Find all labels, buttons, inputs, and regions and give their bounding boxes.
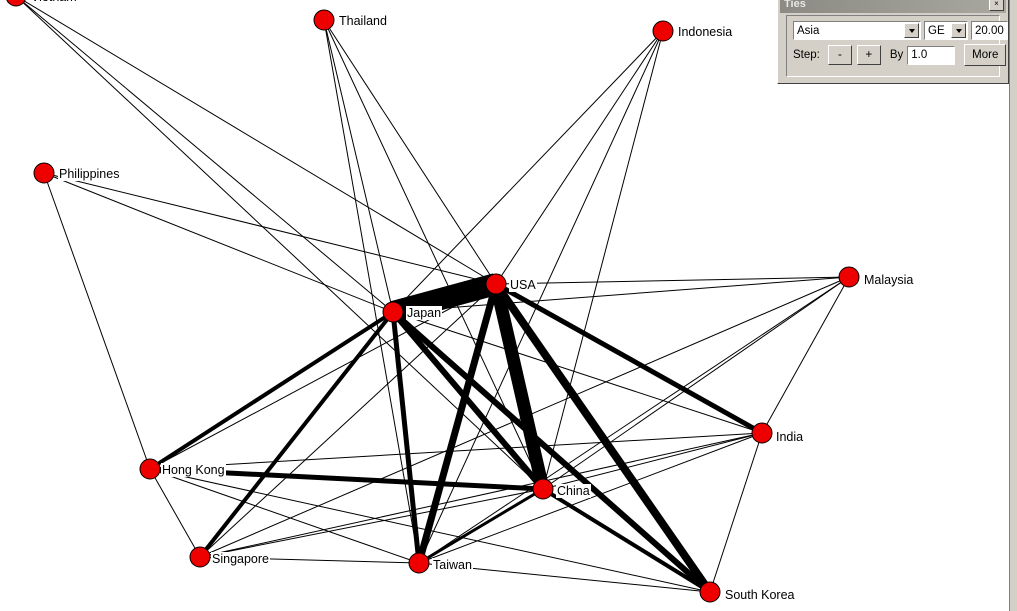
operator-select-value: GE bbox=[928, 24, 945, 37]
node-label-malaysia: Malaysia bbox=[863, 273, 915, 287]
node-indonesia[interactable] bbox=[652, 20, 674, 42]
node-label-india: India bbox=[775, 430, 805, 444]
edge-india-southkorea bbox=[709, 432, 763, 593]
node-thailand[interactable] bbox=[313, 9, 335, 31]
operator-select[interactable]: GE bbox=[924, 21, 968, 40]
edge-philippines-hongkong bbox=[43, 172, 151, 470]
node-malaysia[interactable] bbox=[838, 266, 860, 288]
edge-usa-indonesia bbox=[495, 30, 664, 285]
more-button[interactable]: More bbox=[964, 44, 1007, 66]
edge-indonesia-china bbox=[542, 30, 664, 490]
edge-hongkong-southkorea bbox=[149, 468, 711, 593]
edge-usa-singapore bbox=[199, 283, 497, 558]
control-panel-group: Asia GE 20.00 Step: - + By 1.0 More bbox=[786, 15, 1008, 77]
edge-japan-hongkong bbox=[148, 310, 395, 471]
node-taiwan[interactable] bbox=[408, 552, 430, 574]
edge-usa-thailand bbox=[323, 19, 497, 285]
threshold-input[interactable]: 20.00 bbox=[971, 21, 1008, 40]
region-select[interactable]: Asia bbox=[793, 21, 921, 40]
step-row: Step: - + By 1.0 More bbox=[793, 44, 1007, 66]
region-select-value: Asia bbox=[797, 24, 820, 37]
node-india[interactable] bbox=[751, 422, 773, 444]
node-label-thailand: Thailand bbox=[338, 14, 388, 28]
chevron-down-icon[interactable] bbox=[904, 23, 919, 38]
edge-hongkong-singapore bbox=[149, 468, 201, 558]
node-usa[interactable] bbox=[485, 273, 507, 295]
edge-malaysia-china bbox=[542, 276, 850, 490]
node-label-singapore: Singapore bbox=[211, 552, 270, 566]
node-label-hongkong: Hong Kong bbox=[161, 463, 226, 477]
network-graph-canvas[interactable] bbox=[0, 0, 1017, 611]
node-label-usa: USA bbox=[509, 278, 537, 292]
edge-malaysia-india bbox=[761, 276, 850, 434]
edge-layer bbox=[19, 0, 850, 595]
node-label-taiwan: Taiwan bbox=[432, 558, 473, 572]
node-label-southkorea: South Korea bbox=[724, 588, 796, 602]
node-china[interactable] bbox=[532, 478, 554, 500]
chevron-down-icon[interactable] bbox=[951, 23, 966, 38]
edge-usa-vietnam bbox=[21, 0, 497, 285]
step-label: Step: bbox=[793, 49, 820, 61]
window-right-gutter bbox=[1009, 0, 1017, 611]
step-increment-button[interactable]: + bbox=[856, 45, 881, 65]
step-decrement-button[interactable]: - bbox=[827, 45, 852, 65]
node-singapore[interactable] bbox=[189, 546, 211, 568]
step-size-input[interactable]: 1.0 bbox=[907, 45, 956, 65]
node-vietnam[interactable] bbox=[6, 0, 26, 7]
node-label-philippines: Philippines bbox=[58, 167, 121, 181]
node-label-japan: Japan bbox=[406, 306, 443, 320]
edge-india-china bbox=[542, 432, 763, 490]
window-title-buttons: × bbox=[989, 0, 1004, 11]
edge-china-southkorea bbox=[541, 487, 712, 594]
edge-india-taiwan bbox=[418, 432, 763, 564]
node-philippines[interactable] bbox=[33, 162, 55, 184]
edge-thailand-china bbox=[323, 19, 544, 490]
ties-control-window: Ties × Asia GE 20.00 Step: - + By 1.0 Mo… bbox=[777, 0, 1009, 84]
close-icon[interactable]: × bbox=[989, 0, 1004, 11]
by-label: By bbox=[889, 49, 904, 61]
network-viewer-app: Vietnam Thailand Indonesia Philippines USA Ja… bbox=[0, 0, 1017, 611]
edge-japan-thailand bbox=[323, 19, 394, 313]
node-hongkong[interactable] bbox=[139, 458, 161, 480]
node-label-vietnam: Vietnam bbox=[30, 0, 78, 4]
node-japan[interactable] bbox=[382, 301, 404, 323]
window-title-bar[interactable]: Ties × bbox=[780, 0, 1006, 13]
edge-usa-philippines bbox=[43, 172, 497, 285]
node-label-indonesia: Indonesia bbox=[677, 25, 734, 39]
window-title: Ties bbox=[784, 0, 806, 10]
node-label-china: China bbox=[556, 484, 591, 498]
edge-japan-indonesia bbox=[392, 30, 664, 313]
edge-china-vietnam bbox=[19, 0, 544, 490]
edge-japan-philippines bbox=[43, 172, 394, 313]
filter-row: Asia GE 20.00 bbox=[793, 21, 1008, 40]
node-southkorea[interactable] bbox=[699, 581, 721, 603]
